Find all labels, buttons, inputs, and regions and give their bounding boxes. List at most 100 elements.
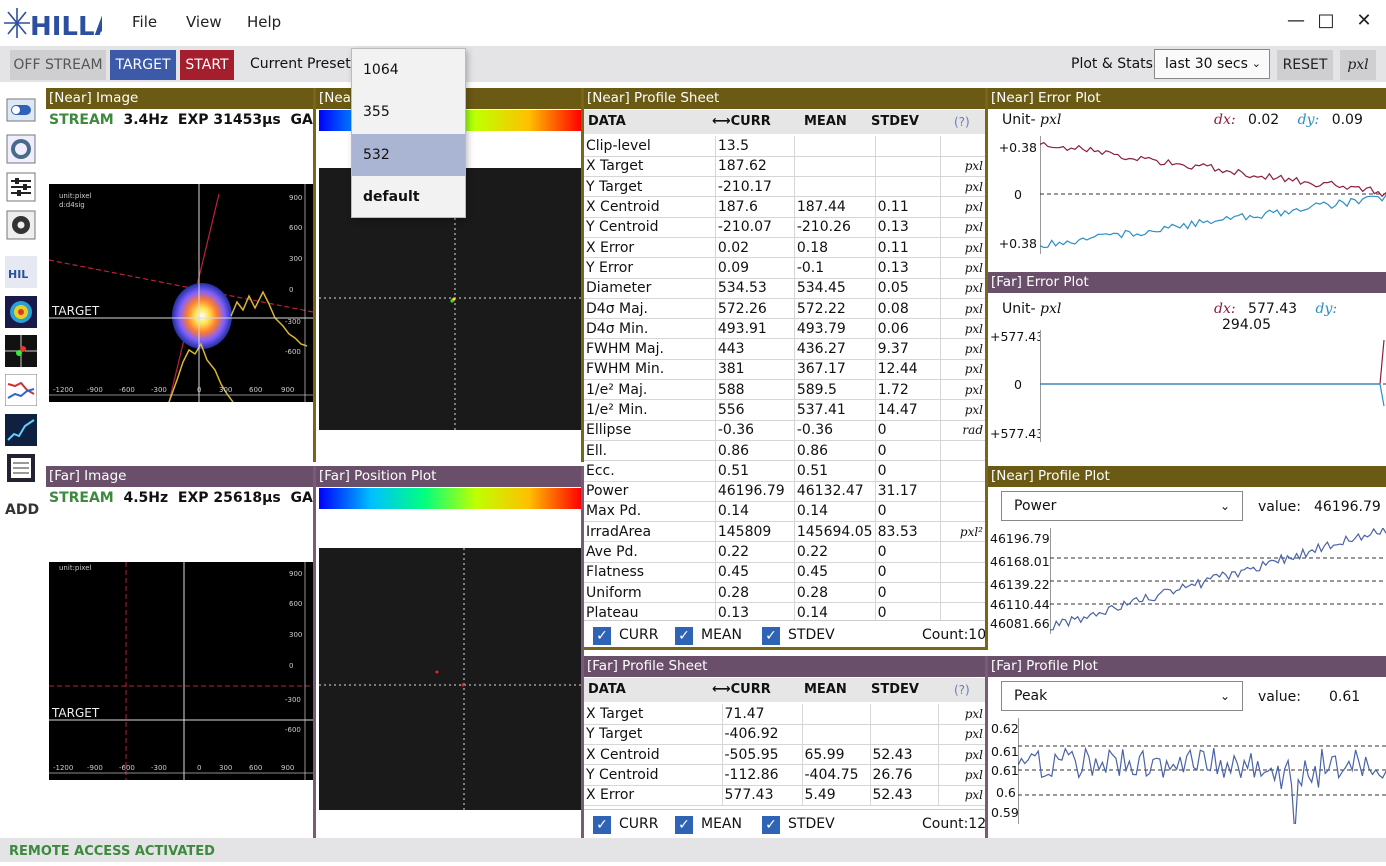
near-error-unit: Unit- pxl [1002,112,1061,128]
table-row: 1/e² Min. 556 537.41 14.47 pxl [584,399,985,421]
near-col-curr[interactable]: ⟷CURR [712,114,771,129]
menu-help[interactable]: Help [247,13,281,31]
mean-value: 187.44 [794,196,876,218]
maximize-icon[interactable]: □ [1311,10,1341,36]
near-profile-ytick: 46110.44 [990,597,1050,612]
far-error-dxdy: dx: 577.43 dy: 294.05 [1214,301,1386,333]
unit-cell: pxl [940,318,985,340]
near-xtick: -600 [119,386,135,394]
near-ytick: -600 [285,348,301,356]
unit-cell: pxl [940,379,985,401]
menu-view[interactable]: View [186,13,222,31]
near-ytick: -300 [285,318,301,326]
far-curr-label: CURR [619,816,659,832]
far-ytick: 900 [289,570,302,578]
unit-cell: pxl [940,338,985,360]
beam-profile-icon[interactable] [5,296,37,328]
row-label: Clip-level [584,136,716,157]
far-col-curr[interactable]: ⟷CURR [712,682,771,697]
far-profile-chart[interactable] [1018,718,1386,824]
row-label: Uniform [584,582,716,604]
help-icon[interactable]: (?) [954,683,970,697]
menu-file[interactable]: File [132,13,157,31]
near-image-title: [Near] Image [46,88,313,109]
preset-option-1064[interactable]: 1064 [352,49,465,91]
mean-value: -404.75 [802,764,871,786]
sliders-icon[interactable] [5,171,37,203]
chevron-down-icon: ⌄ [1251,57,1261,70]
camera-icon[interactable] [5,94,37,126]
far-stdev-checkbox[interactable]: ✓ [762,816,780,834]
far-error-ybot: +577.43 [990,426,1040,441]
near-beam-image[interactable]: unit:pixel d:d4sig TARGET 900 600 300 0 … [49,184,313,402]
position-grid-icon[interactable] [5,335,37,367]
near-curr-label: CURR [619,627,659,643]
far-mean-checkbox[interactable]: ✓ [675,816,693,834]
near-sheet-title: [Near] Profile Sheet [584,88,985,109]
minimize-icon[interactable]: — [1281,10,1311,36]
unit-cell [940,582,985,604]
help-icon[interactable]: (?) [954,115,970,129]
near-profile-chart[interactable] [1050,528,1386,634]
far-profile-ytick: 0.61 [991,763,1019,778]
close-icon[interactable]: ✕ [1349,10,1379,36]
table-row: Max Pd. 0.14 0.14 0 [584,501,985,523]
plot-range-select[interactable]: last 30 secs ⌄ [1154,49,1270,79]
far-error-chart[interactable] [1040,330,1386,442]
hillab-icon[interactable]: HIL [5,256,37,288]
near-error-chart[interactable] [1040,136,1386,254]
mean-value [794,136,876,157]
title-bar: HILLAB File View Help — □ ✕ [0,0,1386,46]
add-button[interactable]: ADD [5,502,39,518]
mean-value: 0.28 [794,582,876,604]
stdev-value: 0.11 [875,196,941,218]
curr-value: -112.86 [722,764,803,786]
table-row: X Error 0.02 0.18 0.11 pxl [584,237,985,259]
toolbar: OFF STREAM TARGET START Current Preset: … [0,46,1386,82]
unit-cell: pxl [940,359,985,381]
row-label: X Centroid [584,744,723,766]
stdev-value [875,156,941,178]
sheet-icon[interactable] [5,452,37,484]
far-profile-select[interactable]: Peak ⌄ [1001,681,1243,711]
stdev-value: 0 [875,602,941,620]
row-label: Ell. [584,440,716,462]
preset-option-532[interactable]: 532 [352,134,465,176]
near-curr-checkbox[interactable]: ✓ [593,627,611,645]
target-button[interactable]: TARGET [110,50,176,80]
far-profile-title: [Far] Profile Plot [988,656,1386,677]
far-beam-image[interactable]: unit:pixel TARGET 900 600 300 0 -300 -60… [49,562,313,780]
preset-option-355[interactable]: 355 [352,91,465,133]
far-stdev-label: STDEV [788,816,835,832]
row-label: Ave Pd. [584,541,716,563]
far-position-plot[interactable] [319,548,581,810]
near-profile-series [1050,528,1386,631]
gear-icon[interactable] [5,209,37,241]
start-button[interactable]: START [180,50,234,80]
line-chart-icon[interactable] [5,414,37,446]
unit-cell: pxl [940,257,985,279]
reset-button[interactable]: RESET [1277,50,1333,80]
error-chart-icon[interactable] [5,374,37,406]
stdev-value: 0.13 [875,217,941,238]
off-stream-button[interactable]: OFF STREAM [10,50,106,80]
unit-cell: pxl [938,704,985,725]
near-profile-select[interactable]: Power ⌄ [1001,491,1243,521]
near-xtick: 600 [249,386,262,394]
mean-value: 145694.05 [794,521,876,543]
unit-cell: pxl [940,237,985,259]
table-row: Power 46196.79 46132.47 31.17 [584,481,985,502]
table-row: 1/e² Maj. 588 589.5 1.72 pxl [584,379,985,401]
gauge-icon[interactable] [5,133,37,165]
far-curr-checkbox[interactable]: ✓ [593,816,611,834]
near-col-mean: MEAN [804,114,847,129]
near-xtick: -900 [87,386,103,394]
preset-option-default[interactable]: default [352,176,465,218]
near-stdev-checkbox[interactable]: ✓ [762,627,780,645]
unit-button[interactable]: pxl [1340,50,1376,80]
curr-value: -210.17 [715,176,795,198]
unit-label: Unit- [1002,301,1036,317]
mean-value: 5.49 [802,785,871,806]
near-mean-checkbox[interactable]: ✓ [675,627,693,645]
far-xtick: 0 [197,764,201,772]
